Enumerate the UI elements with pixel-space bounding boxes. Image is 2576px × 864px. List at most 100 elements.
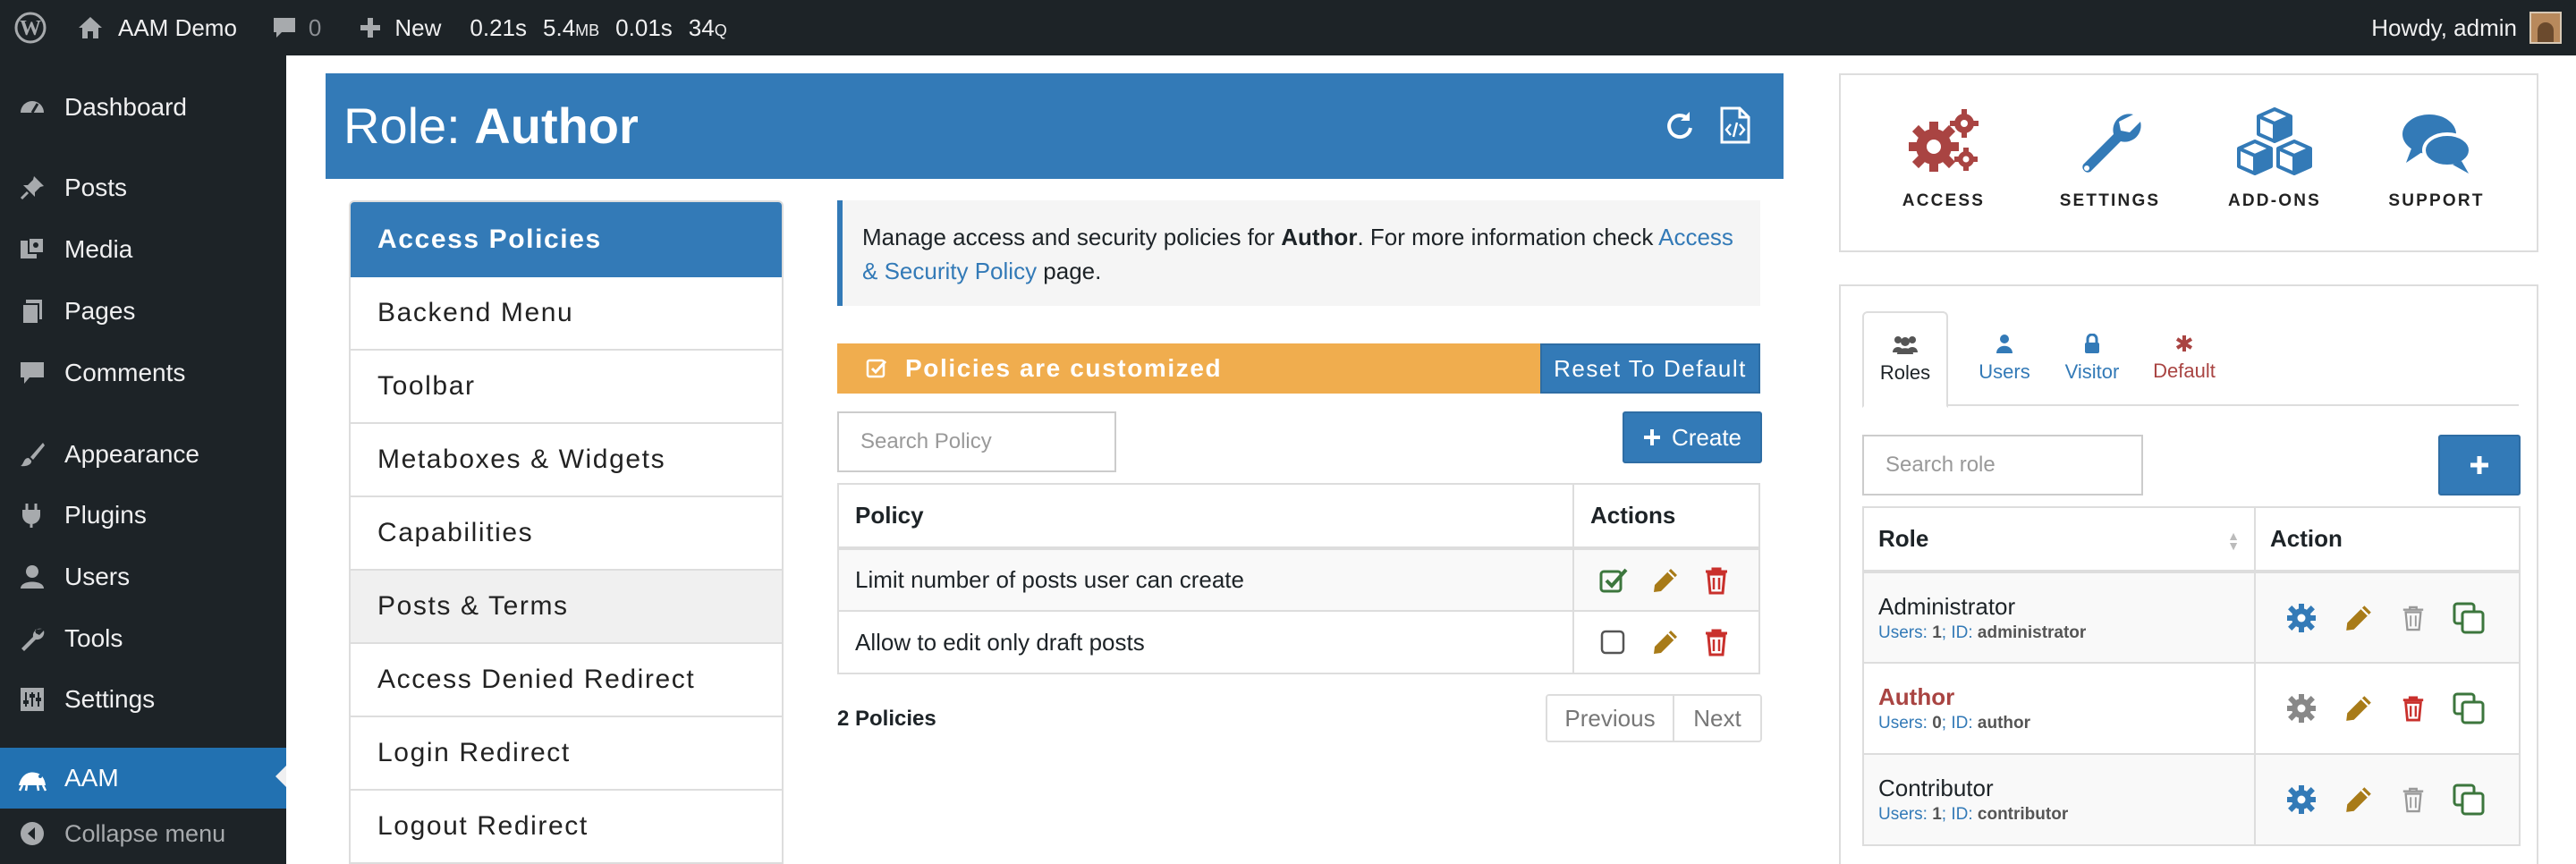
sidebar-item-aam[interactable]: AAM — [0, 748, 286, 809]
refresh-icon — [1663, 108, 1697, 142]
role-column-header[interactable]: Role ▲ ▼ — [1862, 506, 2256, 573]
tab-toolbar[interactable]: Toolbar — [351, 351, 782, 424]
admin-bar: W AAM Demo 0 New 0.21s 5.4MB 0.01s 34Q H… — [0, 0, 2576, 55]
subject-tabs: Roles Users Visitor Default — [1862, 311, 2519, 408]
previous-page-button[interactable]: Previous — [1547, 696, 1674, 741]
edit-pencil-icon[interactable] — [2343, 693, 2374, 724]
sidebar-item-users[interactable]: Users — [0, 548, 286, 606]
clone-icon[interactable] — [2453, 602, 2485, 634]
admin-sidebar: Dashboard Posts Media Pages Comments App… — [0, 55, 286, 864]
create-policy-button[interactable]: Create — [1623, 411, 1762, 463]
support-link[interactable]: SUPPORT — [2365, 107, 2508, 211]
pages-icon — [0, 297, 64, 326]
role-name: Contributor — [1878, 775, 1994, 801]
sidebar-item-media[interactable]: Media — [0, 221, 286, 278]
paintbrush-icon — [0, 440, 64, 469]
tab-visitor[interactable]: Visitor — [2054, 311, 2131, 406]
site-name-link[interactable]: AAM Demo — [61, 0, 237, 55]
trash-icon[interactable] — [1703, 628, 1730, 656]
clone-icon[interactable] — [2453, 784, 2485, 816]
unchecked-checkbox-icon[interactable] — [1599, 628, 1628, 656]
gears-icon — [1903, 107, 1984, 179]
table-row: Contributor Users: 1; ID: contributor — [1862, 753, 2521, 846]
tab-default[interactable]: Default — [2141, 311, 2227, 406]
query-count: 34Q — [688, 13, 727, 41]
policy-name: Allow to edit only draft posts — [837, 610, 1574, 674]
svg-text:W: W — [20, 17, 41, 40]
reset-to-default-button[interactable]: Reset To Default — [1540, 343, 1760, 394]
edit-pencil-icon[interactable] — [1651, 628, 1680, 656]
sidebar-item-tools[interactable]: Tools — [0, 610, 286, 667]
collapse-menu-button[interactable]: Collapse menu — [0, 809, 286, 859]
sort-icon[interactable]: ▲ ▼ — [2227, 529, 2240, 552]
tab-login-redirect[interactable]: Login Redirect — [351, 717, 782, 791]
user-icon — [1996, 334, 2013, 353]
cubes-icon — [2230, 107, 2319, 179]
tab-access-policies[interactable]: Access Policies — [351, 202, 782, 277]
search-policy-input[interactable] — [837, 411, 1116, 472]
policy-column-header[interactable]: Policy — [837, 483, 1574, 550]
next-page-button[interactable]: Next — [1674, 696, 1760, 741]
manage-role-gear-icon[interactable] — [2286, 784, 2317, 815]
query-monitor-stats[interactable]: 0.21s 5.4MB 0.01s 34Q — [441, 0, 726, 55]
comment-icon — [271, 14, 298, 41]
sidebar-item-appearance[interactable]: Appearance — [0, 426, 286, 483]
wrench-icon — [2074, 107, 2146, 179]
edit-pencil-icon[interactable] — [1651, 566, 1680, 595]
check-square-icon — [866, 358, 887, 379]
tab-backend-menu[interactable]: Backend Menu — [351, 277, 782, 351]
manage-role-gear-icon[interactable] — [2286, 603, 2317, 633]
wrench-icon — [0, 624, 64, 653]
tab-users[interactable]: Users — [1966, 311, 2043, 406]
wordpress-logo-icon[interactable]: W — [0, 0, 61, 55]
tab-roles[interactable]: Roles — [1862, 311, 1948, 408]
clone-icon[interactable] — [2453, 692, 2485, 724]
tab-metaboxes-widgets[interactable]: Metaboxes & Widgets — [351, 424, 782, 497]
checked-checkbox-icon[interactable] — [1599, 566, 1628, 595]
sidebar-item-posts[interactable]: Posts — [0, 159, 286, 216]
sidebar-item-comments[interactable]: Comments — [0, 344, 286, 402]
comment-icon — [0, 359, 64, 387]
trash-icon[interactable] — [2401, 785, 2426, 814]
plugin-icon — [0, 501, 64, 529]
add-ons-link[interactable]: ADD-ONS — [2203, 107, 2346, 211]
sidebar-item-pages[interactable]: Pages — [0, 283, 286, 340]
reset-settings-button[interactable] — [1660, 106, 1699, 145]
chat-bubbles-icon — [2399, 107, 2474, 179]
trash-icon[interactable] — [1703, 566, 1730, 595]
new-content-link[interactable]: New — [321, 0, 441, 55]
add-role-button[interactable] — [2438, 435, 2521, 496]
sidebar-item-dashboard[interactable]: Dashboard — [0, 79, 286, 136]
policies-customized-notice: Policies are customized — [837, 343, 1540, 394]
page-title: Role: Author — [343, 97, 639, 154]
edit-pencil-icon[interactable] — [2343, 603, 2374, 633]
access-link[interactable]: ACCESS — [1872, 107, 2015, 211]
dashboard-icon — [0, 93, 64, 122]
table-row: Allow to edit only draft posts — [837, 610, 1760, 674]
my-account-link[interactable]: Howdy, admin — [2371, 0, 2562, 55]
role-name: Administrator — [1878, 592, 2016, 620]
table-row: Administrator Users: 1; ID: administrato… — [1862, 571, 2521, 664]
trash-icon[interactable] — [2401, 604, 2426, 632]
site-name: AAM Demo — [118, 13, 237, 41]
role-name: Author — [1878, 683, 1955, 710]
sidebar-item-settings[interactable]: Settings — [0, 671, 286, 728]
role-meta: Users: 1; ID: contributor — [1878, 805, 2069, 824]
tab-logout-redirect[interactable]: Logout Redirect — [351, 791, 782, 862]
tab-access-denied-redirect[interactable]: Access Denied Redirect — [351, 644, 782, 717]
trash-icon[interactable] — [2401, 694, 2426, 723]
tab-capabilities[interactable]: Capabilities — [351, 497, 782, 571]
plus-icon — [359, 16, 382, 39]
tab-posts-terms[interactable]: Posts & Terms — [351, 571, 782, 644]
pushpin-icon — [0, 174, 64, 202]
user-icon — [0, 563, 64, 591]
sidebar-item-plugins[interactable]: Plugins — [0, 487, 286, 544]
comments-link[interactable]: 0 — [237, 0, 321, 55]
settings-link[interactable]: SETTINGS — [2038, 107, 2182, 211]
search-role-input[interactable] — [1862, 435, 2143, 496]
edit-pencil-icon[interactable] — [2343, 784, 2374, 815]
query-time: 0.01s — [615, 13, 673, 41]
howdy-text: Howdy, admin — [2371, 13, 2517, 41]
manage-role-gear-icon[interactable] — [2286, 693, 2317, 724]
export-code-button[interactable] — [1716, 106, 1755, 145]
